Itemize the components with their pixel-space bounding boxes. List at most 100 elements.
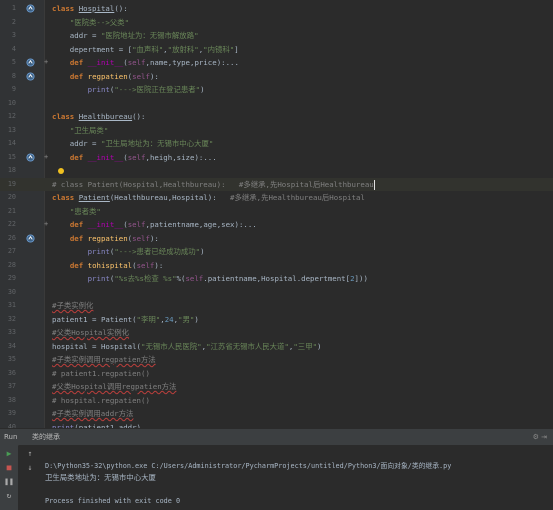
code-line[interactable]: 1 class Hospital(): <box>0 2 553 16</box>
code-token: addr = <box>52 139 101 148</box>
line-number: 5 <box>11 58 16 66</box>
code-token: __init__ <box>87 152 124 162</box>
code-token: #子类实例调用regpatien方法 <box>52 355 156 364</box>
code-line[interactable]: 28 def tohispital(self): <box>0 259 553 273</box>
code-text: class Healthbureau(): <box>52 110 145 124</box>
code-token: #子类实例化 <box>52 301 94 310</box>
code-line[interactable]: 38 # hospital.regpatien() <box>0 394 553 408</box>
override-marker-icon[interactable] <box>26 58 35 67</box>
code-line[interactable]: 8 def regpatien(self): <box>0 70 553 84</box>
run-console[interactable]: ↑ ↓ D:\Python35-32\python.exe C:/Users/A… <box>19 445 553 510</box>
line-number: 4 <box>11 44 16 53</box>
line-number: 26 <box>7 233 16 242</box>
code-line[interactable]: 40 print(patient1.addr) <box>0 421 553 429</box>
code-line[interactable]: 14 addr = "卫生局地址为：无锡市中心大厦" <box>0 137 553 151</box>
code-token: "李明" <box>136 314 161 324</box>
stop-icon[interactable]: ■ <box>4 463 14 473</box>
code-line[interactable]: 9 print("--->医院正在登记患者") <box>0 83 553 97</box>
code-line[interactable]: 37 #父类Hospital调用regpatien方法 <box>0 380 553 394</box>
code-text: #子类实例调用regpatien方法 <box>52 353 156 367</box>
code-token: Hospital <box>78 4 115 13</box>
code-token: hospital = Hospital( <box>52 341 141 351</box>
line-number: 14 <box>7 139 16 147</box>
code-line[interactable]: 35 #子类实例调用regpatien方法 <box>0 353 553 367</box>
code-line[interactable]: 29 print("%s去%s检查 %s"%(self.patientname,… <box>0 272 553 286</box>
line-number: 12 <box>7 112 16 120</box>
code-line[interactable]: 31 #子类实例化 <box>0 299 553 313</box>
line-number: 29 <box>7 274 16 282</box>
code-line[interactable]: 21 "患者类" <box>0 205 553 219</box>
code-line[interactable]: 30 <box>0 286 553 300</box>
code-line[interactable]: 39 #子类实例调用addr方法 <box>0 407 553 421</box>
line-number: 13 <box>7 125 16 134</box>
code-line[interactable]: 22 + def __init__(self,patientname,age,se… <box>0 218 553 232</box>
fold-expand-icon[interactable]: + <box>44 218 48 232</box>
code-token: ): <box>154 260 164 270</box>
code-token: "江苏省无锡市人民大道" <box>206 341 289 351</box>
rerun-icon[interactable]: ↻ <box>4 491 14 501</box>
code-token: # hospital.regpatien() <box>52 395 150 405</box>
override-marker-icon[interactable] <box>26 152 35 162</box>
code-line[interactable]: 27 print("--->患者已经成功成功") <box>0 245 553 259</box>
code-token: Healthbureau <box>78 112 133 121</box>
line-number: 2 <box>11 17 16 26</box>
code-line[interactable]: 32 patient1 = Patient("李明",24,"男") <box>0 313 553 327</box>
code-token: "%s去%s检查 %s" <box>114 274 177 283</box>
code-token: regpatien <box>87 233 128 243</box>
fold-expand-icon[interactable]: + <box>44 151 48 165</box>
code-line[interactable]: 5 + def __init__(self,name,type,price):..… <box>0 56 553 70</box>
code-line[interactable]: 3 addr = "医院地址为：无锡市解放路" <box>0 29 553 43</box>
scroll-down-icon[interactable]: ↓ <box>25 463 35 473</box>
code-token: ,heigh,size):... <box>145 152 217 162</box>
code-token: 24 <box>164 314 174 324</box>
code-token: self <box>136 260 155 270</box>
code-line[interactable]: 10 <box>0 97 553 111</box>
code-line[interactable]: 34 hospital = Hospital("无锡市人民医院","江苏省无锡市人… <box>0 340 553 354</box>
code-token: depertment = [ <box>52 44 133 54</box>
play-icon[interactable]: ▶ <box>4 449 14 459</box>
line-number: 27 <box>7 247 16 255</box>
run-tab-name[interactable]: 类的继承 <box>32 429 60 445</box>
code-line[interactable]: 26 def regpatien(self): <box>0 232 553 246</box>
code-line[interactable]: 15 + def __init__(self,heigh,size):... <box>0 151 553 165</box>
code-token: ): <box>149 71 159 81</box>
code-line[interactable]: 13 "卫生局类" <box>0 124 553 138</box>
code-token: "男" <box>178 314 195 324</box>
code-text: #子类实例化 <box>52 299 93 313</box>
code-editor[interactable]: 1 class Hospital(): 2 "医院类-->父类" 3 addr = "… <box>0 0 553 428</box>
code-token: "卫生局地址为：无锡市中心大厦" <box>100 139 214 148</box>
code-line[interactable]: 12 class Healthbureau(): <box>0 110 553 124</box>
code-line[interactable]: 4 depertment = ["血声科","放射科","内镜科"] <box>0 43 553 57</box>
fold-expand-icon[interactable]: + <box>44 56 48 70</box>
scroll-up-icon[interactable]: ↑ <box>25 449 35 459</box>
override-marker-icon[interactable] <box>26 233 35 243</box>
code-token: def <box>69 220 88 229</box>
code-line[interactable]: 36 # patient1.regpatien() <box>0 367 553 381</box>
code-line[interactable]: 33 #父类Hospital实例化 <box>0 326 553 340</box>
intention-bulb-icon[interactable] <box>58 168 64 174</box>
code-token: def <box>69 58 88 67</box>
override-marker-icon[interactable] <box>26 4 35 13</box>
code-text: print(patient1.addr) <box>52 421 141 429</box>
code-text: depertment = ["血声科","放射科","内镜科"] <box>52 43 239 57</box>
code-text: #子类实例调用addr方法 <box>52 407 133 421</box>
code-line[interactable]: 20 class Patient(Healthbureau,Hospital): … <box>0 191 553 205</box>
override-marker-icon[interactable] <box>26 71 35 81</box>
code-text: print("--->患者已经成功成功") <box>52 245 205 259</box>
text-caret <box>373 179 375 190</box>
code-token: Patient <box>78 193 110 202</box>
line-number: 38 <box>7 395 16 404</box>
code-line[interactable]: 19 # class Patient(Hospital,Healthbureau)… <box>0 177 553 191</box>
code-text: "患者类" <box>52 205 101 219</box>
code-line[interactable]: 18 <box>0 164 553 178</box>
code-token: class <box>52 112 79 121</box>
console-output: 卫生局类地址为：无锡市中心大厦 <box>45 473 156 482</box>
panel-settings-icon[interactable]: ⚙ ⇥ <box>533 429 547 445</box>
pause-icon[interactable]: ❚❚ <box>4 477 14 487</box>
code-line[interactable]: 2 "医院类-->父类" <box>0 16 553 30</box>
code-token: regpatien <box>87 71 128 81</box>
